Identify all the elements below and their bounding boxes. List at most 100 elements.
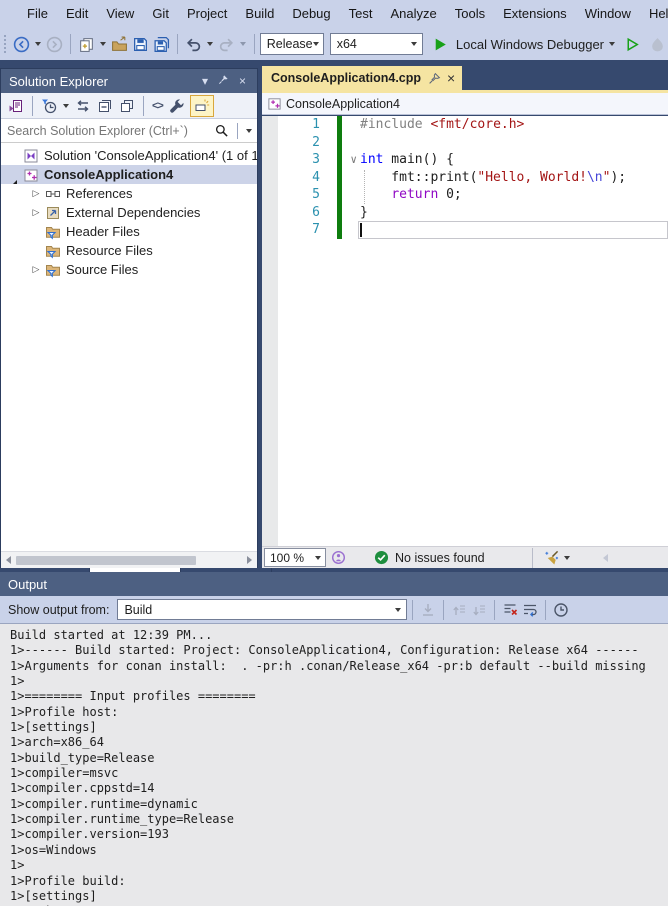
navigate-forward-button[interactable] (44, 32, 65, 56)
search-input[interactable] (1, 123, 211, 138)
new-project-dropdown[interactable] (100, 42, 107, 46)
document-health-button[interactable] (331, 550, 346, 565)
undo-dropdown[interactable] (206, 42, 213, 46)
menu-tools[interactable]: Tools (446, 0, 494, 28)
code-editor[interactable]: 1 #include <fmt/core.h> 2 3 ∨ int main() {4 f… (262, 116, 668, 546)
tree-item-header-files[interactable]: Header Files (1, 222, 257, 241)
redo-dropdown[interactable] (239, 42, 246, 46)
scroll-left-icon[interactable] (603, 553, 608, 562)
menu-window[interactable]: Window (576, 0, 640, 28)
document-health-icon (331, 550, 346, 565)
expand-arrow-icon[interactable]: ▷ (27, 188, 45, 199)
show-output-from-label: Show output from: (8, 602, 110, 617)
code-line-2[interactable]: 2 (262, 134, 668, 152)
search-options-dropdown[interactable] (246, 128, 252, 133)
new-project-button[interactable] (76, 32, 97, 56)
save-button[interactable] (130, 32, 151, 56)
start-debugging-button[interactable] (430, 32, 451, 56)
word-wrap-button[interactable] (520, 598, 540, 622)
external-dependencies-icon (45, 205, 62, 221)
expand-arrow-icon[interactable]: ▷ (27, 264, 45, 275)
open-file-button[interactable] (109, 32, 130, 56)
menu-extensions[interactable]: Extensions (494, 0, 576, 28)
scroll-right-icon[interactable] (247, 556, 252, 564)
navigate-back-button[interactable] (11, 32, 32, 56)
zoom-level-combobox[interactable]: 100 % (264, 548, 326, 567)
menu-test[interactable]: Test (340, 0, 382, 28)
solution-platform-combobox[interactable]: x64 (329, 33, 423, 55)
navigate-back-dropdown[interactable] (35, 42, 42, 46)
code-line-6[interactable]: 6} (262, 204, 668, 222)
tree-item-external-dependencies[interactable]: ▷ External Dependencies (1, 203, 257, 222)
issues-indicator[interactable] (374, 550, 389, 565)
menu-git[interactable]: Git (143, 0, 178, 28)
code-cleanup-button[interactable] (544, 550, 559, 565)
output-line: 1>build_type=Release (10, 750, 155, 765)
toolbar-separator (143, 95, 144, 116)
menu-analyze[interactable]: Analyze (381, 0, 445, 28)
next-message-button[interactable] (469, 598, 489, 622)
code-line-1[interactable]: 1 #include <fmt/core.h> (262, 116, 668, 134)
previous-message-button[interactable] (449, 598, 469, 622)
close-icon[interactable]: × (234, 74, 251, 88)
solution-configuration-combobox[interactable]: Release (259, 33, 324, 55)
output-source-combobox[interactable]: Build (117, 599, 408, 620)
next-message-icon (473, 605, 486, 615)
tree-item-consoleapplication4[interactable]: ConsoleApplication4 (1, 165, 257, 184)
pin-icon[interactable] (213, 74, 234, 88)
menu-file[interactable]: File (18, 0, 57, 28)
code-line-3[interactable]: 3 ∨ int main() { (262, 151, 668, 169)
tree-item-resource-files[interactable]: Resource Files (1, 241, 257, 260)
pending-changes-filter-button[interactable] (38, 98, 60, 114)
toolbar-overflow-icon[interactable] (647, 32, 668, 56)
window-options-chevron-icon[interactable]: ▾ (197, 74, 213, 88)
toolbar-grip[interactable] (3, 34, 8, 54)
switch-views-button[interactable] (5, 98, 27, 114)
breadcrumb-project-name[interactable]: ConsoleApplication4 (286, 97, 400, 111)
clear-all-icon (504, 603, 518, 615)
menu-view[interactable]: View (97, 0, 143, 28)
find-message-button[interactable] (418, 598, 438, 622)
filter-dropdown[interactable] (63, 103, 69, 108)
output-panel-title-bar[interactable]: Output (0, 572, 668, 596)
undo-button[interactable] (183, 32, 204, 56)
pending-changes-window-button[interactable] (116, 98, 138, 114)
code-line-5[interactable]: 5 return 0; (262, 186, 668, 204)
solution-explorer-title-bar[interactable]: Solution Explorer ▾ × (1, 69, 257, 93)
issues-status-label: No issues found (395, 550, 485, 565)
timestamp-button[interactable] (551, 598, 571, 622)
tree-item-source-files[interactable]: ▷ Source Files (1, 260, 257, 279)
menu-build[interactable]: Build (236, 0, 283, 28)
wrench-icon (170, 98, 184, 113)
properties-button[interactable] (166, 98, 188, 114)
menu-debug[interactable]: Debug (283, 0, 339, 28)
code-cleanup-dropdown[interactable] (564, 555, 570, 560)
menu-help[interactable]: Help (640, 0, 668, 28)
menu-edit[interactable]: Edit (57, 0, 97, 28)
toolbar-separator (177, 34, 178, 54)
pin-icon[interactable] (428, 72, 441, 85)
view-code-icon[interactable]: <> (149, 100, 166, 112)
collapse-all-button[interactable] (94, 98, 116, 114)
save-all-button[interactable] (151, 32, 172, 56)
editor-breadcrumb[interactable]: ConsoleApplication4 (262, 93, 668, 115)
run-target-dropdown[interactable] (609, 42, 616, 46)
tree-item-references[interactable]: ▷ References (1, 184, 257, 203)
horizontal-scrollbar[interactable] (1, 551, 257, 568)
redo-button[interactable] (216, 32, 237, 56)
run-button-label[interactable]: Local Windows Debugger (456, 37, 604, 52)
menu-project[interactable]: Project (178, 0, 236, 28)
expand-arrow-icon[interactable]: ▷ (27, 207, 45, 218)
sync-with-active-document-button[interactable] (72, 98, 94, 114)
start-without-debugging-button[interactable] (622, 32, 643, 56)
document-tab-consoleapplication4[interactable]: ConsoleApplication4.cpp × (262, 66, 463, 90)
clear-all-button[interactable] (500, 598, 520, 622)
code-line-4[interactable]: 4 fmt::print("Hello, World!\n"); (262, 169, 668, 187)
search-icon[interactable] (211, 123, 232, 138)
scroll-left-icon[interactable] (6, 556, 11, 564)
scrollbar-thumb[interactable] (16, 555, 196, 565)
output-log[interactable]: Build started at 12:39 PM... 1>------ Bui… (0, 623, 668, 906)
close-icon[interactable]: × (447, 70, 455, 86)
preview-selected-items-toggle[interactable] (189, 94, 214, 117)
tree-item-solution[interactable]: Solution 'ConsoleApplication4' (1 of 1 p… (1, 146, 257, 165)
